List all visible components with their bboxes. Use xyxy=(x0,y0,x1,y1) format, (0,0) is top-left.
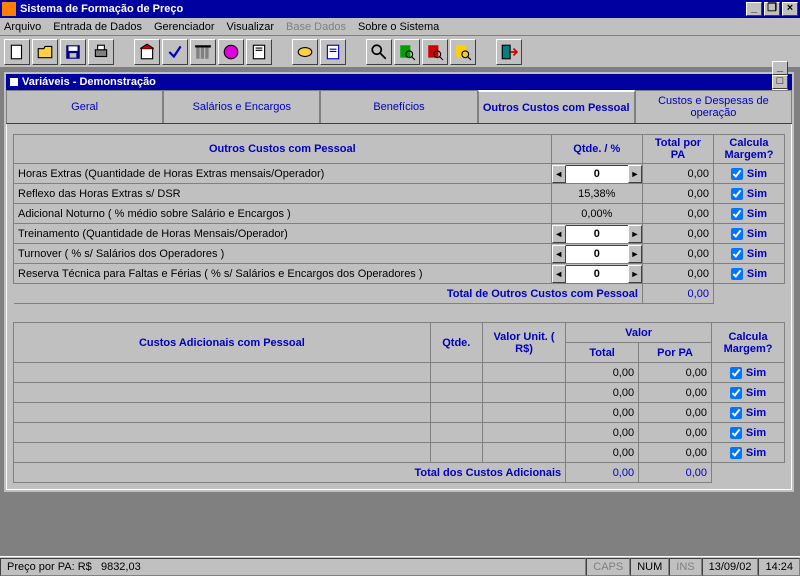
th-total-pa: Total por PA xyxy=(642,135,713,164)
chk-margem[interactable] xyxy=(730,367,742,379)
th-valor-unit: Valor Unit. ( R$) xyxy=(482,323,565,363)
tb-print-icon[interactable] xyxy=(88,39,114,65)
tb-globe-icon[interactable] xyxy=(218,39,244,65)
table-outros-custos: Outros Custos com Pessoal Qtde. / % Tota… xyxy=(13,134,785,304)
tb-zoom-green-icon[interactable] xyxy=(394,39,420,65)
row-turnover: Turnover ( % s/ Salários dos Operadores … xyxy=(14,244,785,264)
tb-zoom-red-icon[interactable] xyxy=(422,39,448,65)
th-adicionais: Custos Adicionais com Pessoal xyxy=(14,323,431,363)
chk-margem[interactable] xyxy=(731,268,743,280)
th-calcula: Calcula Margem? xyxy=(713,135,784,164)
cell-total: 0,00 xyxy=(642,164,713,184)
row-total-adicionais: Total dos Custos Adicionais 0,00 0,00 xyxy=(14,463,785,483)
blank-row: 0,000,00Sim xyxy=(14,363,785,383)
tabs: Geral Salários e Encargos Benefícios Out… xyxy=(6,90,792,124)
menu-visualizar[interactable]: Visualizar xyxy=(227,21,275,33)
tb-exit-icon[interactable] xyxy=(496,39,522,65)
spinner-turnover[interactable]: ◄0► xyxy=(552,245,642,263)
tb-columns-icon[interactable] xyxy=(190,39,216,65)
tb-zoom-icon[interactable] xyxy=(366,39,392,65)
tb-new-icon[interactable] xyxy=(4,39,30,65)
tb-coin-icon[interactable] xyxy=(292,39,318,65)
blank-row: 0,000,00Sim xyxy=(14,423,785,443)
tab-outros-custos[interactable]: Outros Custos com Pessoal xyxy=(478,90,635,123)
child-titlebar: Variáveis - Demonstração _ □ × xyxy=(6,74,792,90)
child-title: Variáveis - Demonstração xyxy=(22,76,772,88)
maximize-button[interactable]: ❐ xyxy=(764,2,780,16)
window-title: Sistema de Formação de Preço xyxy=(20,3,746,15)
status-num: NUM xyxy=(630,558,669,576)
th-total: Total xyxy=(566,343,639,363)
tb-save-icon[interactable] xyxy=(60,39,86,65)
child-window: Variáveis - Demonstração _ □ × Geral Sal… xyxy=(4,72,794,492)
spinner-reserva[interactable]: ◄0► xyxy=(552,265,642,283)
chk-margem[interactable] xyxy=(731,208,743,220)
th-por-pa: Por PA xyxy=(639,343,712,363)
statusbar: Preço por PA: R$ 9832,03 CAPS NUM INS 13… xyxy=(0,556,800,576)
tb-building-icon[interactable] xyxy=(134,39,160,65)
main-titlebar: Sistema de Formação de Preço _ ❐ × xyxy=(0,0,800,18)
blank-row: 0,000,00Sim xyxy=(14,383,785,403)
chk-margem[interactable] xyxy=(731,188,743,200)
row-total-outros: Total de Outros Custos com Pessoal 0,00 xyxy=(14,284,785,304)
arrow-right-icon[interactable]: ► xyxy=(628,165,642,183)
spinner-treinamento[interactable]: ◄0► xyxy=(552,225,642,243)
row-reserva-tecnica: Reserva Técnica para Faltas e Férias ( %… xyxy=(14,264,785,284)
th-qtde2: Qtde. xyxy=(430,323,482,363)
th-calcula2: Calcula Margem? xyxy=(712,323,785,363)
child-maximize-button[interactable]: □ xyxy=(772,75,788,89)
spinner-horas-extras[interactable]: ◄0► xyxy=(552,165,642,183)
menu-entrada[interactable]: Entrada de Dados xyxy=(53,21,142,33)
th-qtde: Qtde. / % xyxy=(551,135,642,164)
chk-margem[interactable] xyxy=(730,427,742,439)
tab-salarios[interactable]: Salários e Encargos xyxy=(163,90,320,123)
chk-margem[interactable] xyxy=(730,447,742,459)
tab-despesas[interactable]: Custos e Despesas de operação xyxy=(635,90,792,123)
chk-margem[interactable] xyxy=(730,387,742,399)
menubar: Arquivo Entrada de Dados Gerenciador Vis… xyxy=(0,18,800,36)
tb-report-icon[interactable] xyxy=(246,39,272,65)
menu-arquivo[interactable]: Arquivo xyxy=(4,21,41,33)
chk-margem[interactable] xyxy=(731,168,743,180)
cell-desc: Horas Extras (Quantidade de Horas Extras… xyxy=(14,164,552,184)
tab-content: Outros Custos com Pessoal Qtde. / % Tota… xyxy=(6,124,792,490)
tab-beneficios[interactable]: Benefícios xyxy=(320,90,477,123)
status-ins: INS xyxy=(669,558,701,576)
status-time: 14:24 xyxy=(758,558,800,576)
table-custos-adicionais: Custos Adicionais com Pessoal Qtde. Valo… xyxy=(13,322,785,483)
menu-sobre[interactable]: Sobre o Sistema xyxy=(358,21,439,33)
row-reflexo-dsr: Reflexo das Horas Extras s/ DSR 15,38% 0… xyxy=(14,184,785,204)
blank-row: 0,000,00Sim xyxy=(14,443,785,463)
tb-doc-icon[interactable] xyxy=(320,39,346,65)
row-horas-extras: Horas Extras (Quantidade de Horas Extras… xyxy=(14,164,785,184)
menu-base-dados: Base Dados xyxy=(286,21,346,33)
chk-margem[interactable] xyxy=(731,228,743,240)
status-caps: CAPS xyxy=(586,558,630,576)
minimize-button[interactable]: _ xyxy=(746,2,762,16)
child-icon xyxy=(10,78,18,86)
tb-check-icon[interactable] xyxy=(162,39,188,65)
menu-gerenciador[interactable]: Gerenciador xyxy=(154,21,215,33)
row-adicional-noturno: Adicional Noturno ( % médio sobre Salári… xyxy=(14,204,785,224)
blank-row: 0,000,00Sim xyxy=(14,403,785,423)
arrow-left-icon[interactable]: ◄ xyxy=(552,165,566,183)
tb-open-icon[interactable] xyxy=(32,39,58,65)
tab-geral[interactable]: Geral xyxy=(6,90,163,123)
status-date: 13/09/02 xyxy=(702,558,759,576)
th-valor: Valor xyxy=(566,323,712,343)
tb-zoom-yellow-icon[interactable] xyxy=(450,39,476,65)
mdi-workspace: Variáveis - Demonstração _ □ × Geral Sal… xyxy=(0,68,800,556)
toolbar xyxy=(0,36,800,68)
app-icon xyxy=(2,2,16,16)
chk-margem[interactable] xyxy=(730,407,742,419)
child-minimize-button[interactable]: _ xyxy=(772,61,788,75)
row-treinamento: Treinamento (Quantidade de Horas Mensais… xyxy=(14,224,785,244)
status-price: Preço por PA: R$ 9832,03 xyxy=(0,558,586,576)
th-desc: Outros Custos com Pessoal xyxy=(14,135,552,164)
chk-margem[interactable] xyxy=(731,248,743,260)
close-button[interactable]: × xyxy=(782,2,798,16)
